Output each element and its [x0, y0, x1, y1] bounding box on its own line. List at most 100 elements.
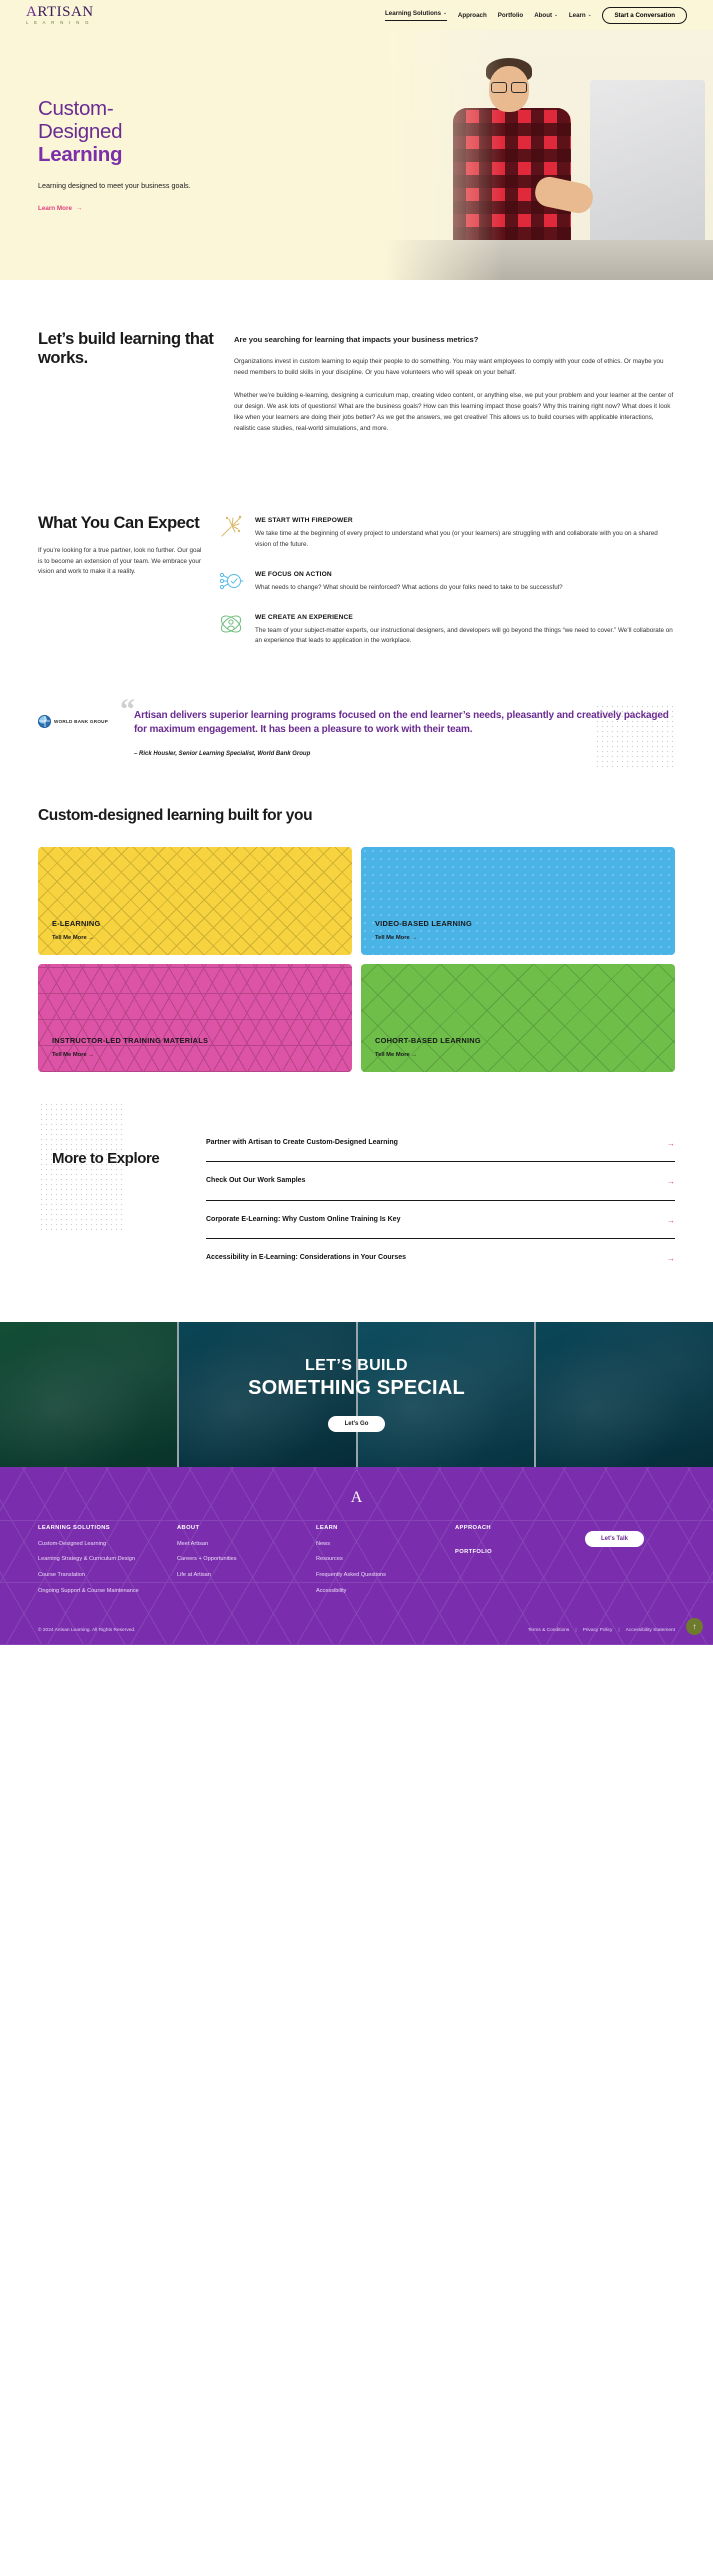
footer-link[interactable]: Learning Strategy & Curriculum Design [38, 1555, 167, 1564]
atom-person-icon [218, 611, 244, 637]
hero-image [383, 30, 713, 280]
footer-link[interactable]: Life at Artisan [177, 1571, 306, 1580]
footer-link[interactable]: News [316, 1540, 445, 1549]
explore-heading: More to Explore [52, 1150, 160, 1168]
footer-column-learning-solutions: LEARNING SOLUTIONS Custom-Designed Learn… [38, 1525, 167, 1603]
separator: | [618, 1628, 620, 1634]
explore-link-row[interactable]: Accessibility in E-Learning: Considerati… [206, 1239, 675, 1276]
nav-item-portfolio[interactable]: Portfolio [498, 12, 523, 19]
arrow-right-icon: → [75, 205, 83, 213]
globe-icon [38, 714, 51, 728]
footer-column-about: ABOUT Meet Artisan Careers + Opportuniti… [177, 1525, 306, 1603]
footer-column-title-approach[interactable]: APPROACH [455, 1525, 575, 1531]
arrow-right-icon: → [667, 1215, 675, 1225]
footer-link[interactable]: Frequently Asked Questions [316, 1571, 445, 1580]
hero-heading: Custom- Designed Learning [38, 97, 248, 167]
feature-item: WE CREATE AN EXPERIENCE The team of your… [218, 614, 675, 647]
footer-link[interactable]: Custom-Designed Learning [38, 1540, 167, 1549]
nav-label: Portfolio [497, 11, 524, 19]
cards-heading-wrap: Custom-designed learning built for you [0, 797, 713, 826]
hero-heading-line-1: Custom- [38, 97, 114, 120]
feature-item: WE FOCUS ON ACTION What needs to change?… [218, 571, 675, 594]
hero-heading-line-2: Designed [38, 119, 123, 143]
lets-talk-button[interactable]: Let’s Talk [585, 1530, 645, 1547]
card-video-based-learning[interactable]: VIDEO-BASED LEARNING Tell Me More → [361, 847, 675, 956]
legal-links: Terms & Conditions | Privacy Policy | Ac… [528, 1628, 675, 1633]
brand-logo-tagline: L E A R N I N G [26, 19, 91, 25]
hero-subtitle: Learning designed to meet your business … [38, 180, 191, 190]
solution-cards-grid: E-LEARNING Tell Me More → VIDEO-BASED LE… [0, 825, 713, 1073]
lets-go-button[interactable]: Let’s Go [327, 1415, 386, 1432]
more-to-explore-section: More to Explore Partner with Artisan to … [0, 1072, 713, 1322]
nav-label: Learn [568, 11, 586, 19]
explore-left: More to Explore [39, 1102, 192, 1276]
lets-build-paragraph-2: Whether we’re building e-learning, desig… [234, 392, 674, 432]
brand-logo-wordmark: ARTISAN [26, 3, 94, 20]
footer-column-title-portfolio[interactable]: PORTFOLIO [455, 1549, 575, 1555]
brand-logo[interactable]: ARTISAN L E A R N I N G [26, 3, 94, 25]
card-e-learning[interactable]: E-LEARNING Tell Me More → [38, 847, 352, 956]
explore-links-list: Partner with Artisan to Create Custom-De… [192, 1124, 675, 1276]
page-root: ARTISAN L E A R N I N G Learning Solutio… [0, 0, 713, 1646]
arrow-right-icon: → [667, 1253, 675, 1263]
banner-line-1: LET’S BUILD [304, 1356, 409, 1374]
lets-build-left: Let’s build learning that works. [38, 330, 234, 434]
site-header: ARTISAN L E A R N I N G Learning Solutio… [0, 0, 713, 30]
site-footer: A LEARNING SOLUTIONS Custom-Designed Lea… [0, 1466, 713, 1646]
explore-link-row[interactable]: Partner with Artisan to Create Custom-De… [206, 1124, 675, 1163]
arrow-right-icon: → [667, 1139, 675, 1149]
testimonial-client-logo: WORLD BANK GROUP [38, 709, 122, 757]
explore-link-row[interactable]: Corporate E-Learning: Why Custom Online … [206, 1201, 675, 1239]
card-cta: Tell Me More → [52, 1052, 95, 1059]
lets-build-paragraph-1: Organizations invest in custom learning … [234, 358, 664, 377]
footer-link[interactable]: Meet Artisan [177, 1540, 306, 1549]
footer-link[interactable]: Resources [316, 1555, 445, 1564]
footer-column-title: LEARNING SOLUTIONS [38, 1524, 110, 1531]
testimonial-quote: Artisan delivers superior learning progr… [134, 709, 669, 736]
expect-left: What You Can Expect If you’re looking fo… [38, 514, 218, 646]
feature-body: The team of your subject-matter experts,… [255, 626, 673, 645]
footer-cta-wrap: Let’s Talk [585, 1525, 675, 1603]
nav-item-learning-solutions[interactable]: Learning Solutions ⌄ [385, 10, 447, 21]
explore-link-row[interactable]: Check Out Our Work Samples → [206, 1162, 675, 1201]
hero-heading-line-3: Learning [38, 142, 123, 166]
feature-body: We take time at the beginning of every p… [255, 530, 658, 548]
start-a-conversation-button[interactable]: Start a Conversation [602, 6, 687, 24]
cards-heading: Custom-designed learning built for you [38, 806, 313, 824]
footer-link[interactable]: Ongoing Support & Course Maintenance [38, 1587, 167, 1596]
explore-link-label: Accessibility in E-Learning: Considerati… [206, 1253, 407, 1261]
card-cta: Tell Me More → [375, 1052, 418, 1059]
footer-link[interactable]: Careers + Opportunities [177, 1555, 306, 1564]
card-title: E-LEARNING [52, 919, 101, 929]
what-you-can-expect-section: What You Can Expect If you’re looking fo… [0, 480, 713, 686]
card-cohort-based-learning[interactable]: COHORT-BASED LEARNING Tell Me More → [361, 964, 675, 1073]
footer-link[interactable]: Accessibility [316, 1587, 445, 1596]
nav-label: About [534, 11, 553, 19]
nav-item-approach[interactable]: Approach [458, 12, 487, 19]
hero-learn-more-link[interactable]: Learn More → [38, 205, 82, 212]
footer-logo[interactable]: A [38, 1489, 675, 1507]
hero-learn-more-label: Learn More [38, 205, 72, 213]
nav-item-about[interactable]: About ⌄ [534, 12, 558, 19]
process-check-icon [218, 568, 244, 594]
feature-body: What needs to change? What should be rei… [255, 583, 563, 591]
nav-item-learn[interactable]: Learn ⌄ [569, 12, 592, 19]
privacy-policy-link[interactable]: Privacy Policy [583, 1628, 613, 1633]
brand-logo-initial: A [26, 3, 38, 20]
card-instructor-led-training-materials[interactable]: INSTRUCTOR-LED TRAINING MATERIALS Tell M… [38, 964, 352, 1073]
footer-column-learn: LEARN News Resources Frequently Asked Qu… [316, 1525, 445, 1603]
lets-build-right: Are you searching for learning that impa… [234, 330, 675, 434]
sparkler-wand-icon [218, 514, 244, 540]
nav-label: Approach [457, 11, 487, 19]
monitor-graphic [590, 80, 705, 248]
copyright-text: © 2024 Artisan Learning. All Rights Rese… [38, 1628, 136, 1634]
terms-and-conditions-link[interactable]: Terms & Conditions [528, 1628, 570, 1633]
chevron-down-icon: ⌄ [587, 12, 592, 17]
expect-heading: What You Can Expect [38, 514, 200, 533]
card-cta: Tell Me More → [52, 935, 95, 942]
footer-columns: LEARNING SOLUTIONS Custom-Designed Learn… [38, 1525, 675, 1603]
accessibility-statement-link[interactable]: Accessibility Statement [626, 1628, 675, 1633]
client-logo-text: WORLD BANK GROUP [54, 718, 109, 724]
footer-link[interactable]: Course Translation [38, 1571, 167, 1580]
hero-image-fade [383, 30, 503, 280]
